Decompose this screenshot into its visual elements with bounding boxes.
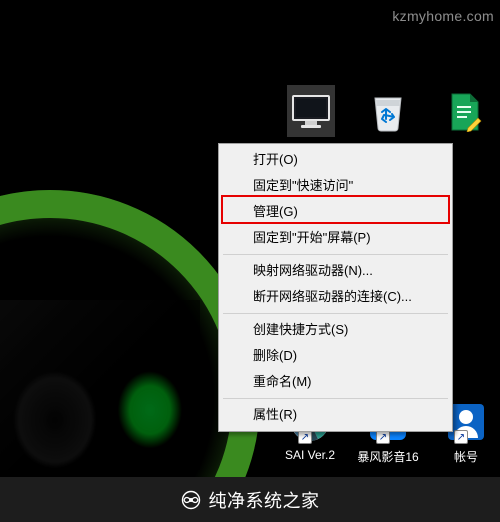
menu-item-disconnect-network-drive[interactable]: 断开网络驱动器的连接(C)...: [221, 284, 450, 310]
desktop-icon-document[interactable]: [437, 88, 493, 136]
footer-text: 纯净系统之家: [209, 487, 320, 513]
desktop-shortcut-label: 暴风影音16: [356, 448, 420, 465]
desktop-icon-recycle-bin[interactable]: [360, 88, 416, 136]
desktop-shortcut-label: SAI Ver.2: [278, 448, 342, 462]
context-menu: 打开(O) 固定到"快速访问" 管理(G) 固定到"开始"屏幕(P) 映射网络驱…: [218, 143, 453, 432]
menu-item-open[interactable]: 打开(O): [221, 147, 450, 173]
menu-separator: [223, 398, 448, 399]
footer-brand: 纯净系统之家: [0, 477, 500, 522]
menu-separator: [223, 313, 448, 314]
document-edit-icon: [448, 92, 482, 132]
desktop-shortcut-label: 帐号: [434, 448, 498, 465]
menu-separator: [223, 254, 448, 255]
shortcut-overlay-icon: ↗: [454, 430, 468, 444]
menu-item-rename[interactable]: 重命名(M): [221, 369, 450, 395]
wallpaper-photo: [0, 300, 200, 470]
shortcut-overlay-icon: ↗: [376, 430, 390, 444]
menu-item-properties[interactable]: 属性(R): [221, 402, 450, 428]
menu-item-pin-start[interactable]: 固定到"开始"屏幕(P): [221, 225, 450, 251]
menu-item-delete[interactable]: 删除(D): [221, 343, 450, 369]
menu-item-create-shortcut[interactable]: 创建快捷方式(S): [221, 317, 450, 343]
shortcut-overlay-icon: ↗: [298, 430, 312, 444]
menu-item-pin-quick-access[interactable]: 固定到"快速访问": [221, 173, 450, 199]
menu-item-map-network-drive[interactable]: 映射网络驱动器(N)...: [221, 258, 450, 284]
brand-logo-icon: [181, 490, 201, 510]
menu-item-manage[interactable]: 管理(G): [221, 199, 450, 225]
desktop-icon-this-pc[interactable]: [283, 88, 339, 136]
monitor-icon: [291, 94, 331, 130]
recycle-bin-icon: [370, 92, 406, 132]
